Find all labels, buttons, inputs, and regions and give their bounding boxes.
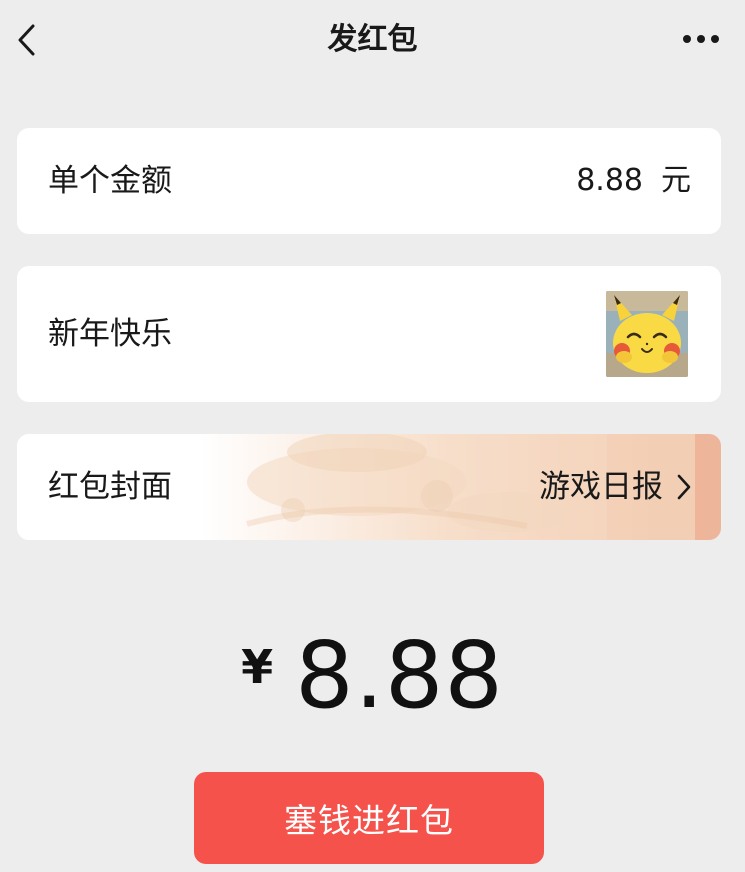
amount-value-group: 8.88 元 <box>576 161 691 201</box>
amount-value: 8.88 <box>576 163 643 198</box>
amount-unit: 元 <box>661 163 691 198</box>
pikachu-sticker-image[interactable] <box>606 291 688 377</box>
sticker-icon <box>606 291 688 377</box>
navigation-bar: 发红包 <box>0 0 745 80</box>
currency-symbol: ¥ <box>241 640 274 694</box>
total-value: 8.88 <box>295 621 504 729</box>
more-button[interactable] <box>679 26 723 52</box>
red-packet-cover-field[interactable]: 红包封面 游戏日报 <box>17 434 721 540</box>
amount-label: 单个金额 <box>48 163 172 199</box>
page-title: 发红包 <box>327 22 418 57</box>
cover-label: 红包封面 <box>48 469 172 505</box>
cover-selector[interactable]: 游戏日报 <box>539 467 691 507</box>
greeting-field[interactable]: 新年快乐 <box>17 266 721 402</box>
greeting-text: 新年快乐 <box>48 316 172 352</box>
total-amount: ¥ 8.88 <box>0 622 745 729</box>
more-dots-icon <box>683 35 719 43</box>
chevron-right-icon <box>677 474 691 500</box>
cover-value: 游戏日报 <box>539 469 663 505</box>
amount-field[interactable]: 单个金额 8.88 元 <box>17 128 721 234</box>
submit-red-packet-button[interactable]: 塞钱进红包 <box>194 772 544 864</box>
